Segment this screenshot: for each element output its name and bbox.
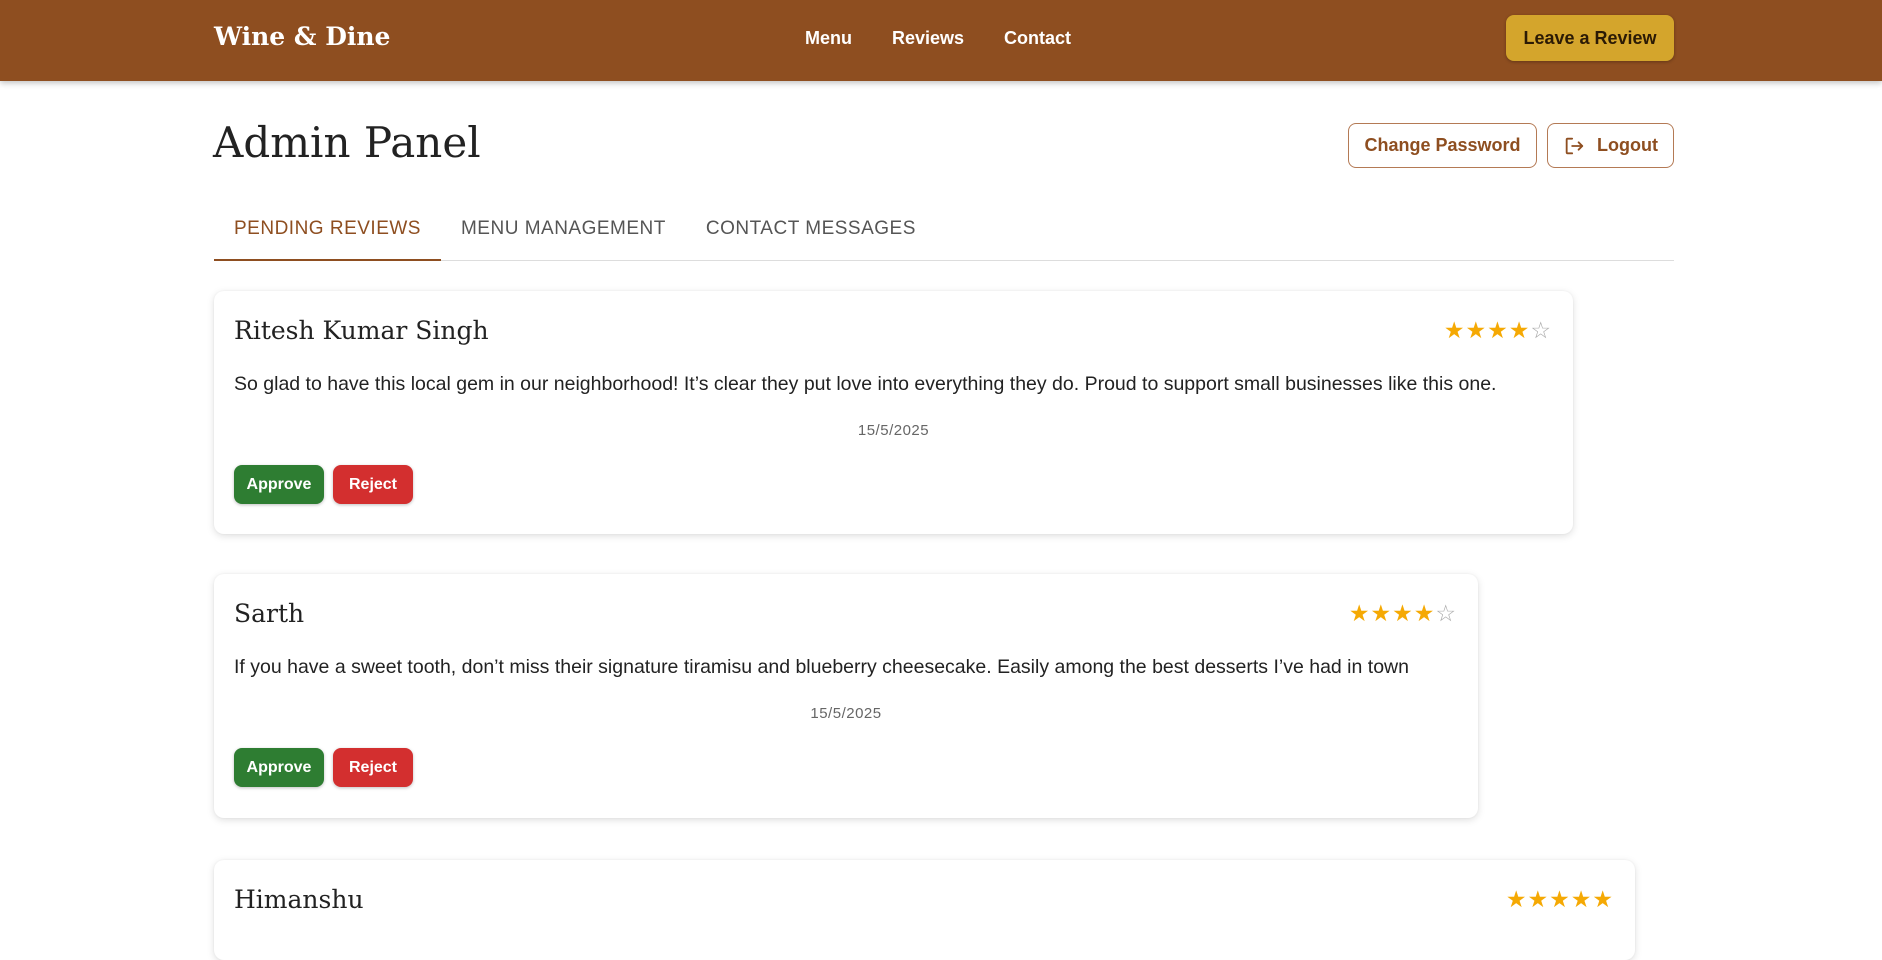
brand-logo[interactable]: Wine & Dine (214, 22, 390, 51)
star-empty-icon: ☆ (1530, 317, 1551, 343)
review-date: 15/5/2025 (857, 422, 930, 439)
star-filled-icon: ★ (1443, 317, 1465, 343)
star-filled-icon: ★ (1487, 317, 1508, 343)
page-title: Admin Panel (213, 118, 481, 167)
star-filled-icon: ★ (1508, 317, 1530, 343)
review-card: Sarth ★ ★ ★ ★ ☆ If you have a sweet tooth, d… (214, 574, 1478, 818)
change-password-button[interactable]: Change Password (1348, 123, 1537, 168)
star-filled-icon: ★ (1370, 600, 1392, 626)
logout-button[interactable]: Logout (1547, 123, 1674, 168)
star-empty-icon: ☆ (1435, 600, 1456, 626)
tab-menu-management[interactable]: MENU MANAGEMENT (441, 212, 686, 261)
top-navbar: Wine & Dine Menu Reviews Contact Leave a… (0, 0, 1882, 81)
approve-button[interactable]: Approve (234, 748, 324, 787)
star-filled-icon: ★ (1413, 600, 1435, 626)
star-filled-icon: ★ (1465, 317, 1487, 343)
logout-icon (1565, 137, 1584, 154)
star-filled-icon: ★ (1549, 886, 1570, 912)
review-text: So glad to have this local gem in our ne… (234, 373, 1497, 395)
tab-contact-messages[interactable]: CONTACT MESSAGES (686, 212, 936, 261)
change-password-label: Change Password (1364, 135, 1521, 155)
star-filled-icon: ★ (1570, 886, 1592, 912)
reviewer-name: Himanshu (234, 885, 364, 914)
star-filled-icon: ★ (1527, 886, 1549, 912)
reject-button[interactable]: Reject (333, 748, 413, 787)
star-filled-icon: ★ (1505, 886, 1527, 912)
admin-tabs: PENDING REVIEWS MENU MANAGEMENT CONTACT … (214, 212, 1674, 261)
leave-review-button[interactable]: Leave a Review (1506, 15, 1674, 61)
nav-link-menu[interactable]: Menu (805, 28, 852, 49)
reject-button[interactable]: Reject (333, 465, 413, 504)
star-filled-icon: ★ (1392, 600, 1413, 626)
review-text: If you have a sweet tooth, don’t miss th… (234, 656, 1409, 678)
review-date: 15/5/2025 (810, 705, 882, 722)
reviewer-name: Sarth (234, 599, 305, 628)
star-filled-icon: ★ (1592, 886, 1613, 912)
tab-pending-reviews[interactable]: PENDING REVIEWS (214, 212, 441, 261)
logout-label: Logout (1597, 135, 1658, 155)
reviewer-name: Ritesh Kumar Singh (234, 316, 489, 345)
review-card: Ritesh Kumar Singh ★ ★ ★ ★ ☆ So glad to have… (214, 291, 1573, 534)
nav-link-reviews[interactable]: Reviews (892, 28, 964, 49)
nav-links: Menu Reviews Contact (805, 28, 1111, 49)
nav-link-contact[interactable]: Contact (1004, 28, 1071, 49)
review-card: Himanshu ★ ★ ★ ★ ★ (214, 860, 1635, 960)
star-rating: ★ ★ ★ ★ ☆ (1348, 600, 1456, 627)
star-rating: ★ ★ ★ ★ ★ (1505, 886, 1613, 913)
star-filled-icon: ★ (1348, 600, 1370, 626)
star-rating: ★ ★ ★ ★ ☆ (1443, 317, 1551, 344)
approve-button[interactable]: Approve (234, 465, 324, 504)
